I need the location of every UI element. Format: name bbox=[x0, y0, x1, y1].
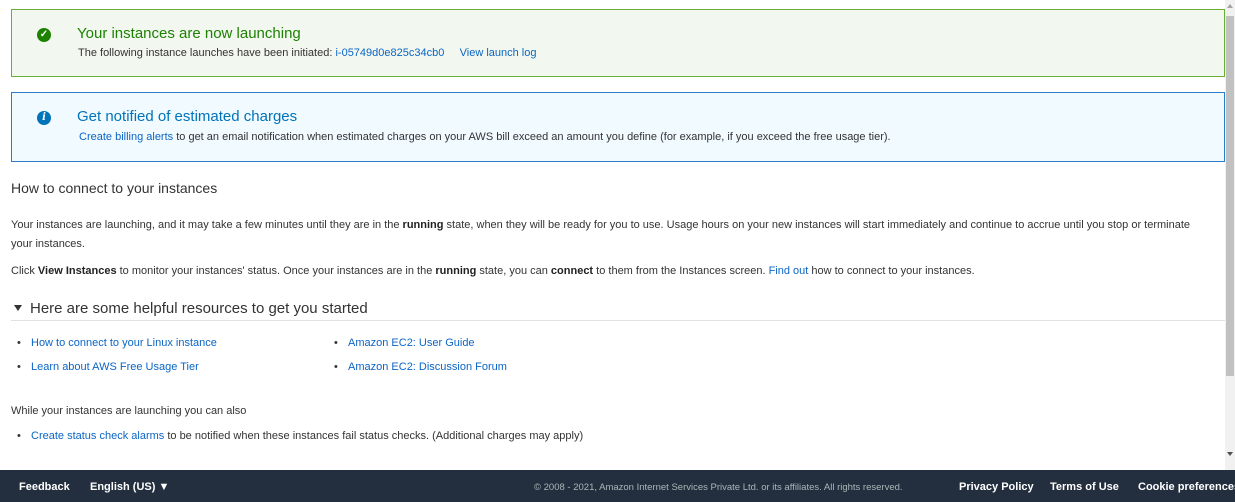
view-launch-log-link[interactable]: View launch log bbox=[460, 47, 537, 59]
resources-title: Here are some helpful resources to get y… bbox=[30, 300, 368, 317]
feedback-link[interactable]: Feedback bbox=[19, 481, 70, 493]
scrollbar[interactable] bbox=[1225, 0, 1235, 470]
para1-text-a: Your instances are launching, and it may… bbox=[11, 219, 403, 231]
user-guide-link[interactable]: Amazon EC2: User Guide bbox=[348, 337, 475, 349]
resources-toggle[interactable]: Here are some helpful resources to get y… bbox=[14, 300, 368, 317]
connect-section-title: How to connect to your instances bbox=[11, 180, 218, 196]
info-alert-text: to get an email notification when estima… bbox=[176, 131, 891, 143]
para1-bold: running bbox=[402, 219, 444, 231]
check-circle-icon: ✓ bbox=[37, 28, 51, 42]
info-circle-icon: i bbox=[37, 111, 51, 125]
info-alert: i Get notified of estimated charges Crea… bbox=[11, 92, 1225, 162]
info-alert-title: Get notified of estimated charges bbox=[77, 108, 298, 125]
para2-text-a: Click bbox=[11, 265, 38, 277]
success-alert-message: The following instance launches have bee… bbox=[78, 47, 536, 59]
para2-text-b: to monitor your instances' status. Once … bbox=[116, 265, 436, 277]
info-alert-message: Create billing alerts to get an email no… bbox=[79, 131, 891, 143]
terms-of-use-link[interactable]: Terms of Use bbox=[1050, 481, 1119, 493]
list-item: Create status check alarms to be notifie… bbox=[14, 430, 583, 442]
list-item: Amazon EC2: Discussion Forum bbox=[331, 355, 507, 379]
para2-bold-view-instances: View Instances bbox=[37, 265, 117, 277]
resources-list-left: How to connect to your Linux instance Le… bbox=[14, 331, 217, 379]
list-item: Learn about AWS Free Usage Tier bbox=[14, 355, 217, 379]
free-tier-link[interactable]: Learn about AWS Free Usage Tier bbox=[31, 361, 199, 373]
discussion-forum-link[interactable]: Amazon EC2: Discussion Forum bbox=[348, 361, 507, 373]
para2-text-d: to them from the Instances screen. bbox=[593, 265, 769, 277]
view-instances-paragraph: Click View Instances to monitor your ins… bbox=[11, 262, 1211, 281]
privacy-policy-link[interactable]: Privacy Policy bbox=[959, 481, 1034, 493]
create-alarms-link[interactable]: Create status check alarms bbox=[31, 430, 164, 442]
caret-down-icon bbox=[14, 305, 22, 311]
create-billing-alerts-link[interactable]: Create billing alerts bbox=[79, 131, 173, 143]
scroll-down-icon[interactable] bbox=[1227, 452, 1233, 456]
para2-bold-running: running bbox=[435, 265, 477, 277]
find-out-link[interactable]: Find out bbox=[769, 265, 809, 277]
main-content: ✓ Your instances are now launching The f… bbox=[0, 0, 1225, 470]
scrollbar-thumb[interactable] bbox=[1226, 16, 1234, 376]
success-alert-prefix: The following instance launches have bee… bbox=[78, 47, 333, 59]
linux-connect-link[interactable]: How to connect to your Linux instance bbox=[31, 337, 217, 349]
launching-paragraph: Your instances are launching, and it may… bbox=[11, 216, 1211, 254]
success-alert: ✓ Your instances are now launching The f… bbox=[11, 9, 1225, 77]
list-item: Amazon EC2: User Guide bbox=[331, 331, 507, 355]
resources-list-right: Amazon EC2: User Guide Amazon EC2: Discu… bbox=[331, 331, 507, 379]
copyright-text: © 2008 - 2021, Amazon Internet Services … bbox=[534, 482, 903, 493]
scroll-up-icon[interactable] bbox=[1227, 4, 1233, 8]
also-heading: While your instances are launching you c… bbox=[11, 405, 247, 417]
cookie-preferences-link[interactable]: Cookie preferences bbox=[1138, 481, 1235, 493]
list-item: How to connect to your Linux instance bbox=[14, 331, 217, 355]
instance-id-link[interactable]: i-05749d0e825c34cb0 bbox=[335, 47, 444, 59]
language-selector[interactable]: English (US) ▼ bbox=[90, 481, 169, 493]
divider bbox=[11, 320, 1225, 321]
para2-text-e: how to connect to your instances. bbox=[808, 265, 975, 277]
success-alert-title: Your instances are now launching bbox=[77, 25, 301, 42]
para2-bold-connect: connect bbox=[550, 265, 594, 277]
footer: Feedback English (US) ▼ © 2008 - 2021, A… bbox=[0, 470, 1235, 502]
alarm-text: to be notified when these instances fail… bbox=[164, 430, 584, 442]
para2-text-c: state, you can bbox=[476, 265, 551, 277]
also-list: Create status check alarms to be notifie… bbox=[14, 430, 583, 442]
